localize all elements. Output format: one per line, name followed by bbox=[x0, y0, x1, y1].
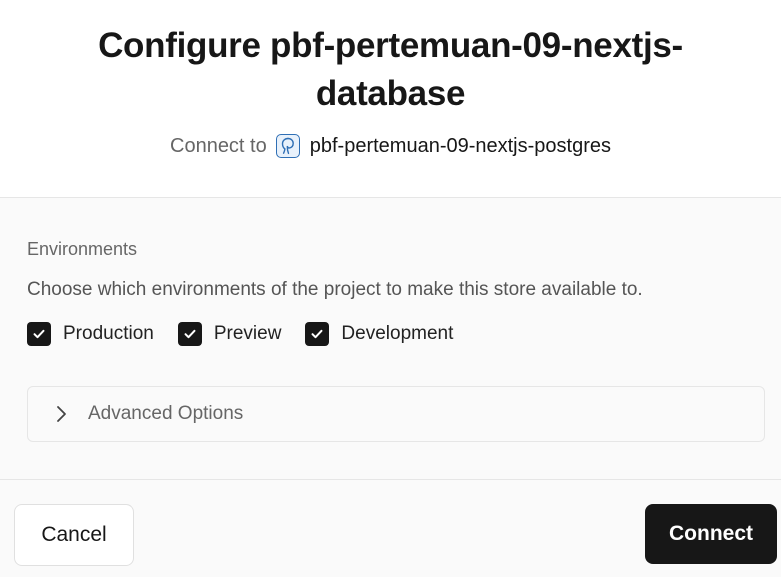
checkmark-icon bbox=[33, 329, 45, 339]
advanced-options-toggle[interactable]: Advanced Options bbox=[27, 386, 765, 442]
env-option-preview[interactable]: Preview bbox=[177, 321, 282, 347]
preview-checkbox[interactable] bbox=[177, 322, 202, 346]
connect-button[interactable]: Connect bbox=[645, 504, 777, 564]
env-option-development[interactable]: Development bbox=[305, 321, 453, 347]
chevron-right-icon bbox=[57, 406, 66, 422]
configure-database-dialog: Configure pbf-pertemuan-09-nextjs-databa… bbox=[0, 0, 781, 577]
environments-label: Environments bbox=[27, 239, 138, 259]
production-checkbox[interactable] bbox=[27, 322, 51, 346]
connect-target-name: pbf-pertemuan-09-nextjs-postgres bbox=[309, 135, 611, 157]
dialog-body: Environments Choose which environments o… bbox=[0, 199, 781, 479]
checkmark-icon bbox=[184, 329, 196, 339]
production-label: Production bbox=[63, 323, 154, 344]
development-label: Development bbox=[341, 323, 454, 344]
preview-label: Preview bbox=[213, 323, 282, 344]
advanced-options-label: Advanced Options bbox=[88, 403, 244, 424]
development-checkbox[interactable] bbox=[305, 322, 330, 346]
checkmark-icon bbox=[311, 329, 323, 339]
connect-prefix: Connect to bbox=[170, 135, 267, 157]
dialog-title: Configure pbf-pertemuan-09-nextjs-databa… bbox=[98, 26, 683, 113]
postgres-elephant-icon bbox=[275, 134, 300, 158]
dialog-header: Configure pbf-pertemuan-09-nextjs-databa… bbox=[0, 0, 781, 198]
environments-description: Choose which environments of the project… bbox=[27, 279, 643, 300]
connect-target-line: Connect to pbf-pertemuan-09-nextjs-postg… bbox=[0, 132, 781, 160]
env-option-production[interactable]: Production bbox=[27, 321, 154, 347]
environment-checkbox-group: Production Preview Development bbox=[27, 321, 477, 347]
dialog-footer: Cancel Connect bbox=[0, 479, 781, 577]
cancel-button[interactable]: Cancel bbox=[14, 504, 134, 566]
